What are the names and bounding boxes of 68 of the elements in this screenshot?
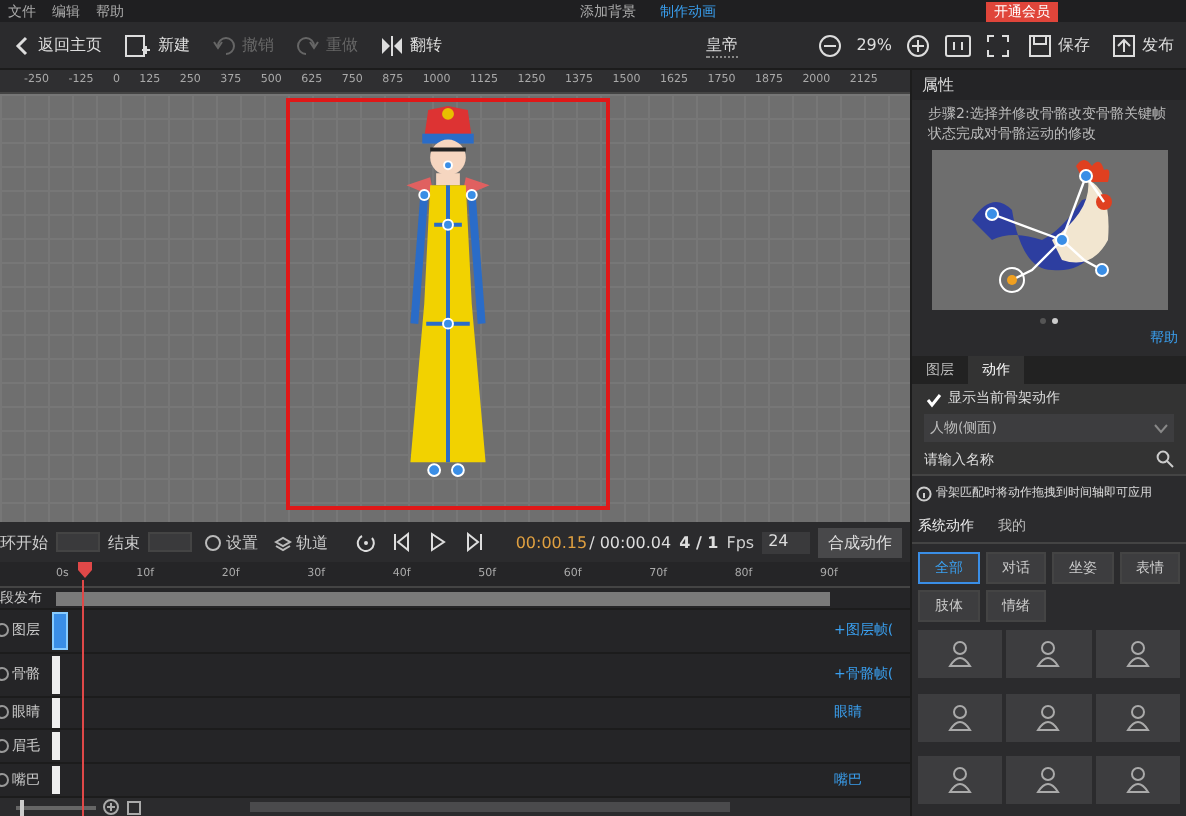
layers-icon xyxy=(273,533,292,552)
play-icon[interactable] xyxy=(427,532,448,553)
toolbar-button[interactable]: 保存 xyxy=(1024,29,1094,61)
action-tile[interactable] xyxy=(1006,693,1092,742)
fullscreen-icon[interactable] xyxy=(986,33,1010,57)
info-icon xyxy=(916,485,932,501)
fps-dropdown[interactable]: 24 xyxy=(762,531,810,554)
zoom-in-icon[interactable] xyxy=(906,33,930,57)
next-frame-icon[interactable] xyxy=(463,532,484,553)
frame-counter: 4 / 1 xyxy=(679,533,719,552)
action-tile[interactable] xyxy=(1095,756,1180,805)
keyframe[interactable] xyxy=(52,765,60,795)
actual-size-icon[interactable] xyxy=(944,33,972,57)
page-dot[interactable] xyxy=(1052,318,1058,324)
keyframe[interactable] xyxy=(52,655,60,694)
action-tile[interactable] xyxy=(1095,630,1180,678)
fps-label: Fps xyxy=(726,533,755,552)
action-tile[interactable] xyxy=(1006,756,1092,805)
action-tile[interactable] xyxy=(918,693,1003,742)
current-time: 00:00.15 xyxy=(515,533,588,552)
copy-icon[interactable] xyxy=(126,798,144,816)
previous-frame-icon[interactable] xyxy=(391,532,412,553)
back-icon xyxy=(12,33,32,57)
compose-button[interactable]: 合成动作 xyxy=(818,527,902,558)
flip-icon xyxy=(380,33,404,57)
person-icon xyxy=(1125,766,1150,795)
person-icon xyxy=(1125,703,1150,732)
end-label: 结束 xyxy=(107,531,140,554)
replay-icon[interactable] xyxy=(355,532,376,553)
person-icon xyxy=(948,640,973,668)
keyframe[interactable] xyxy=(52,732,60,761)
checkmark-icon xyxy=(926,392,942,408)
action-tile[interactable] xyxy=(918,630,1003,678)
person-icon xyxy=(1125,640,1150,668)
toolbar-button[interactable]: 发布 xyxy=(1108,29,1178,61)
action-tile[interactable] xyxy=(1095,693,1180,742)
person-icon xyxy=(1036,640,1061,668)
person-icon xyxy=(948,766,973,795)
upload-icon xyxy=(1112,33,1136,57)
panel-title: 属性 xyxy=(912,70,1186,100)
action-tile[interactable] xyxy=(918,756,1003,805)
total-time: / 00:00.04 xyxy=(589,533,672,552)
undo-icon xyxy=(212,33,236,57)
end-field[interactable] xyxy=(147,532,192,553)
new-file-icon xyxy=(124,33,152,57)
horizontal-scrollbar[interactable] xyxy=(250,802,730,812)
add-icon[interactable] xyxy=(102,798,120,816)
tracks-button[interactable]: 轨道 xyxy=(269,531,332,554)
zoom-out-icon[interactable] xyxy=(818,33,843,57)
search-icon xyxy=(1156,450,1174,468)
toolbar-button[interactable]: 翻转 xyxy=(376,29,446,61)
page-dot[interactable] xyxy=(1040,318,1046,324)
loop-start-field[interactable] xyxy=(56,532,100,553)
toolbar-button[interactable]: 新建 xyxy=(120,29,194,61)
checkbox[interactable] xyxy=(924,390,940,406)
loop-start-label: 环开始 xyxy=(0,531,48,554)
playhead-icon xyxy=(78,562,92,579)
document-title: 皇帝 xyxy=(706,33,739,57)
settings-button[interactable]: 设置 xyxy=(199,531,262,554)
person-icon xyxy=(1036,766,1061,795)
redo-icon xyxy=(296,33,320,57)
person-icon xyxy=(1036,703,1061,732)
save-icon xyxy=(1028,33,1052,57)
zoom-level: 29% xyxy=(856,36,892,54)
toolbar-button[interactable]: 返回主页 xyxy=(8,29,106,61)
chevron-down-icon xyxy=(1154,423,1168,433)
person-icon xyxy=(948,703,973,732)
action-tile[interactable] xyxy=(1006,630,1092,678)
